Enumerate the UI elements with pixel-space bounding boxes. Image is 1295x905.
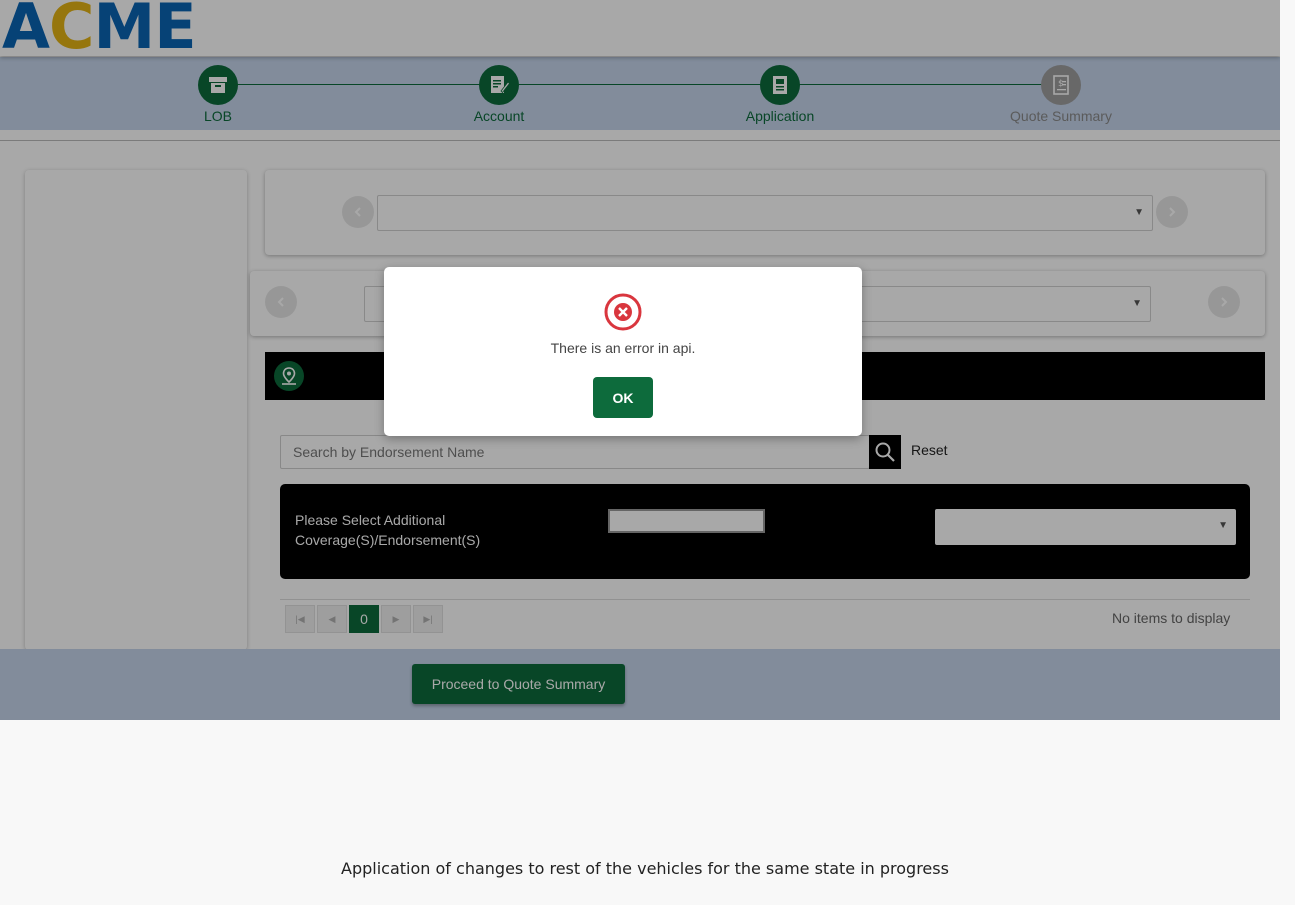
page-edge: [1280, 0, 1295, 720]
error-dialog: There is an error in api. OK: [384, 267, 862, 436]
progress-message: Application of changes to rest of the ve…: [341, 859, 949, 878]
app-root: ACME LOB Account Application $ Quote Sum…: [0, 0, 1280, 720]
error-message: There is an error in api.: [550, 340, 696, 356]
error-x-icon: [603, 292, 643, 337]
ok-button[interactable]: OK: [593, 377, 653, 418]
